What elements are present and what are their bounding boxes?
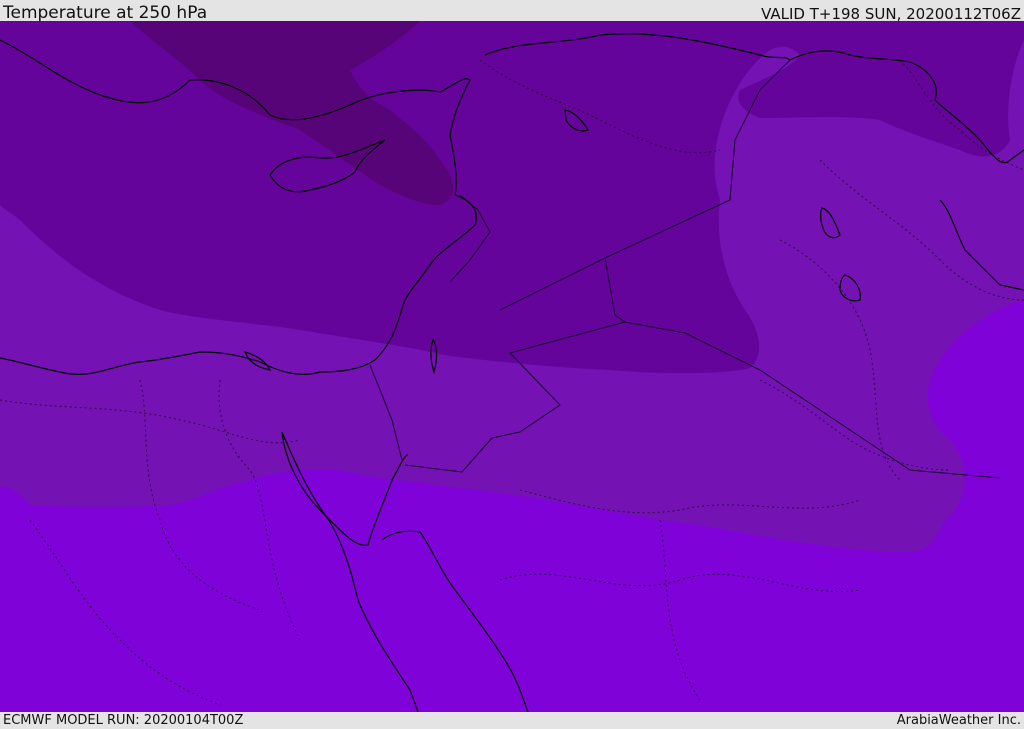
map-title: Temperature at 250 hPa — [3, 3, 208, 23]
footer-bar: ECMWF MODEL RUN: 20200104T00Z ArabiaWeat… — [0, 712, 1024, 729]
credit-text: ArabiaWeather Inc. — [896, 713, 1021, 728]
temperature-map — [0, 21, 1024, 712]
header-bar: Temperature at 250 hPa VALID T+198 SUN, … — [0, 0, 1024, 23]
model-run-text: ECMWF MODEL RUN: 20200104T00Z — [3, 713, 244, 728]
